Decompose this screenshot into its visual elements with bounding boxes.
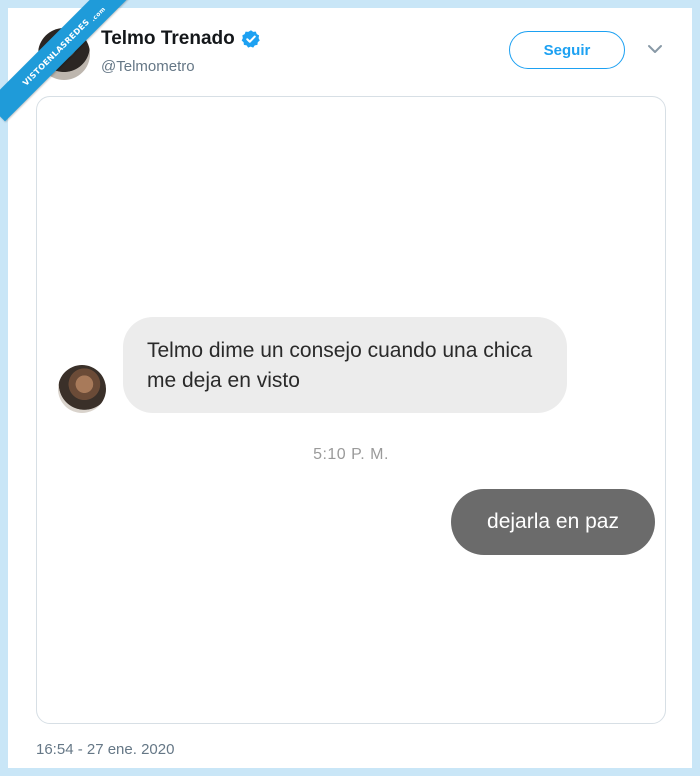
- chat-sender-avatar: [58, 365, 106, 413]
- author-name[interactable]: Telmo Trenado: [101, 28, 235, 50]
- chat-screenshot-media[interactable]: Telmo dime un consejo cuando una chica m…: [36, 96, 666, 724]
- message-timestamp: 5:10 P. M.: [313, 446, 389, 463]
- tweet-timestamp[interactable]: 16:54 - 27 ene. 2020: [36, 741, 174, 758]
- follow-button[interactable]: Seguir: [509, 31, 625, 69]
- outgoing-message-text: dejarla en paz: [487, 510, 619, 533]
- outgoing-message-bubble: dejarla en paz: [451, 489, 655, 555]
- author-handle[interactable]: @Telmometro: [101, 58, 195, 75]
- watermark-suffix: .com: [89, 5, 107, 23]
- author-name-row[interactable]: Telmo Trenado: [101, 28, 261, 50]
- verified-badge-icon: [241, 29, 261, 49]
- incoming-message-bubble: Telmo dime un consejo cuando una chica m…: [123, 317, 567, 413]
- tweet-card: VISTOENLASREDES .com Telmo Trenado @Telm…: [0, 0, 692, 768]
- chevron-down-icon[interactable]: [646, 42, 664, 56]
